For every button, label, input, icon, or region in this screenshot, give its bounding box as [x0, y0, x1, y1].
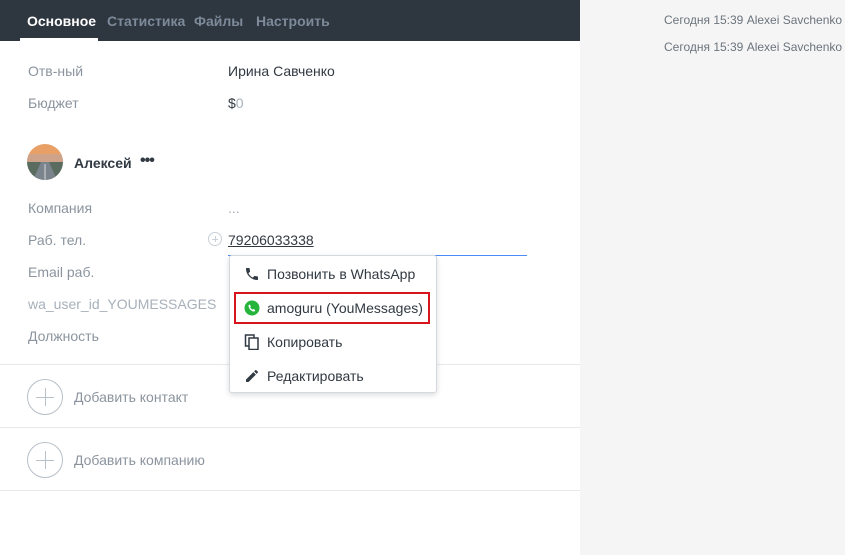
add-company-icon[interactable]	[27, 442, 63, 478]
feed-entry: Сегодня 15:39 Alexei Savchenko	[664, 40, 843, 54]
work-phone-label: Раб. тел.	[28, 232, 87, 248]
menu-item-copy[interactable]: Копировать	[230, 325, 436, 359]
menu-item-label: Редактировать	[267, 368, 364, 384]
tab-bar: Основное Статистика Файлы Настроить	[0, 0, 580, 41]
divider	[0, 490, 580, 491]
work-email-label: Email раб.	[28, 264, 95, 280]
active-tab-indicator	[20, 38, 98, 41]
pencil-icon	[244, 368, 260, 384]
wa-user-id-label: wa_user_id_YOUMESSAGES	[28, 296, 217, 312]
copy-icon	[244, 334, 260, 351]
phone-context-menu: Позвонить в WhatsApp amoguru (YouMessage…	[229, 255, 437, 393]
menu-item-call-whatsapp[interactable]: Позвонить в WhatsApp	[230, 257, 436, 291]
tab-files[interactable]: Файлы	[194, 13, 243, 29]
add-phone-icon[interactable]	[208, 232, 222, 246]
menu-item-label: Копировать	[267, 334, 343, 350]
feed-panel	[580, 0, 845, 555]
feed-entry: Сегодня 15:39 Alexei Savchenko	[664, 13, 843, 27]
menu-item-label: Позвонить в WhatsApp	[267, 266, 416, 282]
company-label: Компания	[28, 200, 93, 216]
contact-name[interactable]: Алексей	[74, 155, 132, 171]
menu-item-edit[interactable]: Редактировать	[230, 359, 436, 393]
phone-icon	[244, 266, 260, 282]
company-value[interactable]: ...	[228, 200, 240, 216]
tab-main[interactable]: Основное	[27, 13, 96, 29]
work-phone-value[interactable]: 79206033338	[228, 232, 314, 248]
add-company-button[interactable]: Добавить компанию	[74, 452, 205, 468]
budget-currency: $	[228, 95, 236, 111]
responsible-label: Отв-ный	[28, 63, 84, 79]
budget-field[interactable]: $0	[228, 95, 244, 111]
tab-settings[interactable]: Настроить	[256, 13, 330, 29]
divider	[0, 427, 580, 428]
position-label: Должность	[28, 328, 99, 344]
budget-label: Бюджет	[28, 95, 79, 111]
more-options-icon[interactable]: •••	[140, 152, 155, 170]
avatar[interactable]	[27, 144, 63, 180]
highlight-frame	[234, 292, 430, 324]
tab-statistics[interactable]: Статистика	[107, 13, 185, 29]
add-contact-button[interactable]: Добавить контакт	[74, 389, 188, 405]
budget-value: 0	[235, 95, 244, 111]
responsible-value[interactable]: Ирина Савченко	[228, 63, 335, 79]
add-contact-icon[interactable]	[27, 379, 63, 415]
